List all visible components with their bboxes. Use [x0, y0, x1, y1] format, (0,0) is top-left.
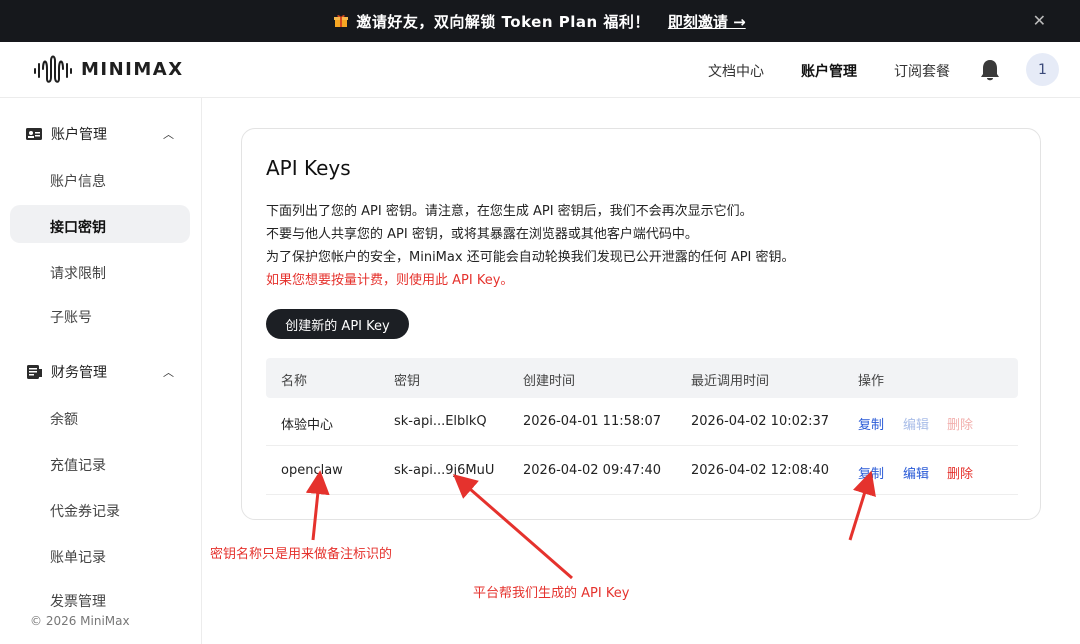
delete-button[interactable]: 删除: [947, 463, 973, 482]
sidebar-group-account[interactable]: 账户管理: [25, 124, 107, 144]
column-header-last-used: 最近调用时间: [691, 374, 770, 389]
copy-button[interactable]: 复制: [858, 414, 884, 433]
delete-button: 删除: [947, 418, 974, 433]
table-row: 体验中心 sk-api...ElblkQ 2026-04-01 11:58:07…: [266, 398, 1018, 446]
avatar[interactable]: 1: [1026, 53, 1059, 86]
invite-link[interactable]: 即刻邀请 →: [668, 11, 746, 32]
sidebar-item-api-keys[interactable]: 接口密钥: [50, 217, 106, 237]
banner-text: 邀请好友，双向解锁 Token Plan 福利！: [356, 12, 650, 31]
nav-docs[interactable]: 文档中心: [708, 61, 764, 81]
nav-account[interactable]: 账户管理: [801, 61, 857, 81]
id-card-icon: [26, 128, 42, 140]
api-keys-card: API Keys 下面列出了您的 API 密钥。请注意，在您生成 API 密钥后…: [241, 128, 1041, 520]
last-used-time: 2026-04-02 12:08:40: [691, 463, 830, 478]
top-header: MINIMAX 文档中心 账户管理 订阅套餐 1: [0, 42, 1080, 98]
column-header-name: 名称: [281, 374, 308, 389]
promo-banner: 邀请好友，双向解锁 Token Plan 福利！ 即刻邀请 → ✕: [0, 0, 1080, 42]
annotation-key-note: 平台帮我们生成的 API Key: [473, 586, 630, 601]
sidebar-item-rate-limits[interactable]: 请求限制: [50, 263, 106, 283]
last-used-time: 2026-04-02 10:02:37: [691, 414, 830, 429]
sidebar-item-bill-records[interactable]: 账单记录: [50, 547, 106, 567]
sidebar-group-finance[interactable]: 财务管理: [25, 362, 107, 382]
created-time: 2026-04-01 11:58:07: [523, 414, 662, 429]
description-line: 不要与他人共享您的 API 密钥，或将其暴露在浏览器或其他客户端代码中。: [266, 227, 698, 242]
key-value: sk-api...ElblkQ: [394, 414, 487, 429]
key-name: 体验中心: [281, 418, 334, 433]
column-header-key: 密钥: [394, 374, 421, 389]
sidebar-item-voucher-records[interactable]: 代金券记录: [50, 501, 120, 521]
nav-subscription[interactable]: 订阅套餐: [894, 61, 950, 81]
edit-button: 编辑: [903, 418, 930, 433]
logo-text: MINIMAX: [81, 58, 184, 80]
billing-notice: 如果您想要按量计费，则使用此 API Key。: [266, 273, 514, 288]
sidebar-group-label: 账户管理: [51, 127, 107, 143]
key-value: sk-api...9j6MuU: [394, 463, 495, 478]
sidebar: 账户管理 ︿ 账户信息 接口密钥 请求限制 子账号 财务管理 ︿ 余额 充值记录…: [0, 98, 202, 644]
close-icon[interactable]: ✕: [1033, 11, 1046, 30]
column-header-actions: 操作: [858, 374, 885, 389]
description-line: 下面列出了您的 API 密钥。请注意，在您生成 API 密钥后，我们不会再次显示…: [266, 204, 753, 219]
chevron-up-icon[interactable]: ︿: [163, 126, 174, 142]
copy-button[interactable]: 复制: [858, 463, 884, 482]
waveform-logo-icon: [34, 55, 72, 83]
chevron-up-icon[interactable]: ︿: [163, 364, 174, 380]
created-time: 2026-04-02 09:47:40: [523, 463, 662, 478]
sidebar-item-balance[interactable]: 余额: [50, 409, 78, 429]
description-line: 为了保护您帐户的安全，MiniMax 还可能会自动轮换我们发现已公开泄露的任何 …: [266, 250, 795, 265]
sidebar-item-account-info[interactable]: 账户信息: [50, 171, 106, 191]
logo[interactable]: MINIMAX: [33, 55, 184, 83]
bell-icon[interactable]: [979, 58, 1001, 82]
gift-icon: [334, 15, 349, 27]
column-header-created: 创建时间: [523, 374, 576, 389]
create-api-key-button[interactable]: 创建新的 API Key: [266, 309, 409, 339]
sidebar-group-label: 财务管理: [51, 365, 107, 381]
edit-button[interactable]: 编辑: [903, 463, 929, 482]
sidebar-item-sub-accounts[interactable]: 子账号: [50, 307, 92, 327]
annotation-name-note: 密钥名称只是用来做备注标识的: [210, 547, 393, 562]
sidebar-item-recharge-records[interactable]: 充值记录: [50, 455, 106, 475]
key-name: openclaw: [281, 463, 343, 478]
page-title: API Keys: [266, 156, 351, 180]
ledger-icon: [27, 365, 42, 379]
copyright: © 2026 MiniMax: [30, 614, 130, 628]
sidebar-item-invoice-management[interactable]: 发票管理: [50, 591, 106, 611]
table-header: 名称 密钥 创建时间 最近调用时间 操作: [266, 358, 1018, 398]
table-row: openclaw sk-api...9j6MuU 2026-04-02 09:4…: [266, 447, 1018, 495]
